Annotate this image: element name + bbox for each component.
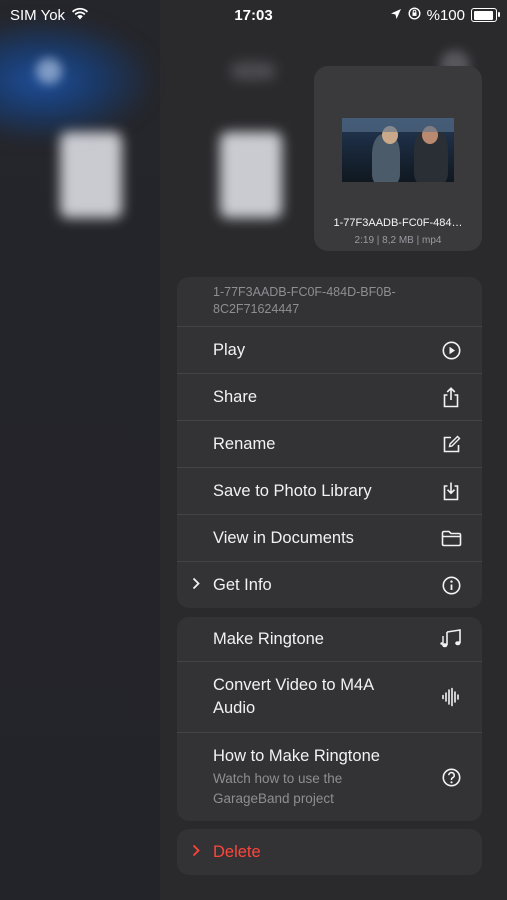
menu-item-label: How to Make Ringtone: [213, 747, 380, 765]
preview-file-name: 1-77F3AADB-FC0F-484…: [333, 217, 463, 229]
menu-item-subtitle: Watch how to use the GarageBand project: [213, 771, 343, 806]
menu-item-save-to-photo-library[interactable]: Save to Photo Library: [177, 468, 482, 515]
status-bar: SIM Yok 17:03 %100: [0, 0, 507, 30]
menu-item-how-to-make-ringtone[interactable]: How to Make Ringtone Watch how to use th…: [177, 733, 482, 821]
download-icon: [440, 480, 462, 502]
edit-icon: [440, 433, 462, 455]
menu-item-make-ringtone[interactable]: Make Ringtone: [177, 617, 482, 662]
chevron-right-icon: [192, 577, 200, 593]
battery-percent: %100: [426, 6, 465, 24]
share-icon: [440, 386, 462, 408]
help-icon: [440, 766, 462, 788]
menu-item-view-in-documents[interactable]: View in Documents: [177, 515, 482, 562]
video-thumbnail: [342, 118, 454, 182]
carrier-label: SIM Yok: [10, 6, 66, 24]
menu-item-rename[interactable]: Rename: [177, 421, 482, 468]
menu-item-convert-video[interactable]: Convert Video to M4A Audio: [177, 662, 482, 733]
menu-item-delete[interactable]: Delete: [177, 829, 482, 875]
context-menu-destructive: Delete: [177, 829, 482, 875]
menu-item-label: Delete: [213, 842, 261, 861]
battery-icon: [471, 8, 500, 22]
folder-icon: [440, 527, 462, 549]
location-icon: [390, 7, 402, 24]
menu-item-share[interactable]: Share: [177, 374, 482, 421]
context-menu-primary: 1-77F3AADB-FC0F-484D-BF0B-8C2F71624447 P…: [177, 277, 482, 608]
wifi-icon: [71, 7, 89, 24]
orientation-lock-icon: [408, 6, 421, 24]
menu-item-get-info[interactable]: Get Info: [177, 562, 482, 608]
menu-item-play[interactable]: Play: [177, 327, 482, 374]
menu-header-file-id: 1-77F3AADB-FC0F-484D-BF0B-8C2F71624447: [177, 277, 482, 327]
info-icon: [440, 574, 462, 596]
music-notes-icon: [440, 628, 462, 650]
file-preview-card[interactable]: 1-77F3AADB-FC0F-484… 2:19 | 8,2 MB | mp4: [314, 66, 482, 251]
waveform-icon: [440, 686, 462, 708]
play-circle-icon: [440, 339, 462, 361]
menu-item-label: Convert Video to M4A Audio: [213, 676, 374, 717]
preview-file-meta: 2:19 | 8,2 MB | mp4: [354, 235, 442, 246]
chevron-right-icon: [192, 844, 200, 860]
context-menu-audio-tools: Make Ringtone Convert Video to M4A Audio…: [177, 617, 482, 821]
